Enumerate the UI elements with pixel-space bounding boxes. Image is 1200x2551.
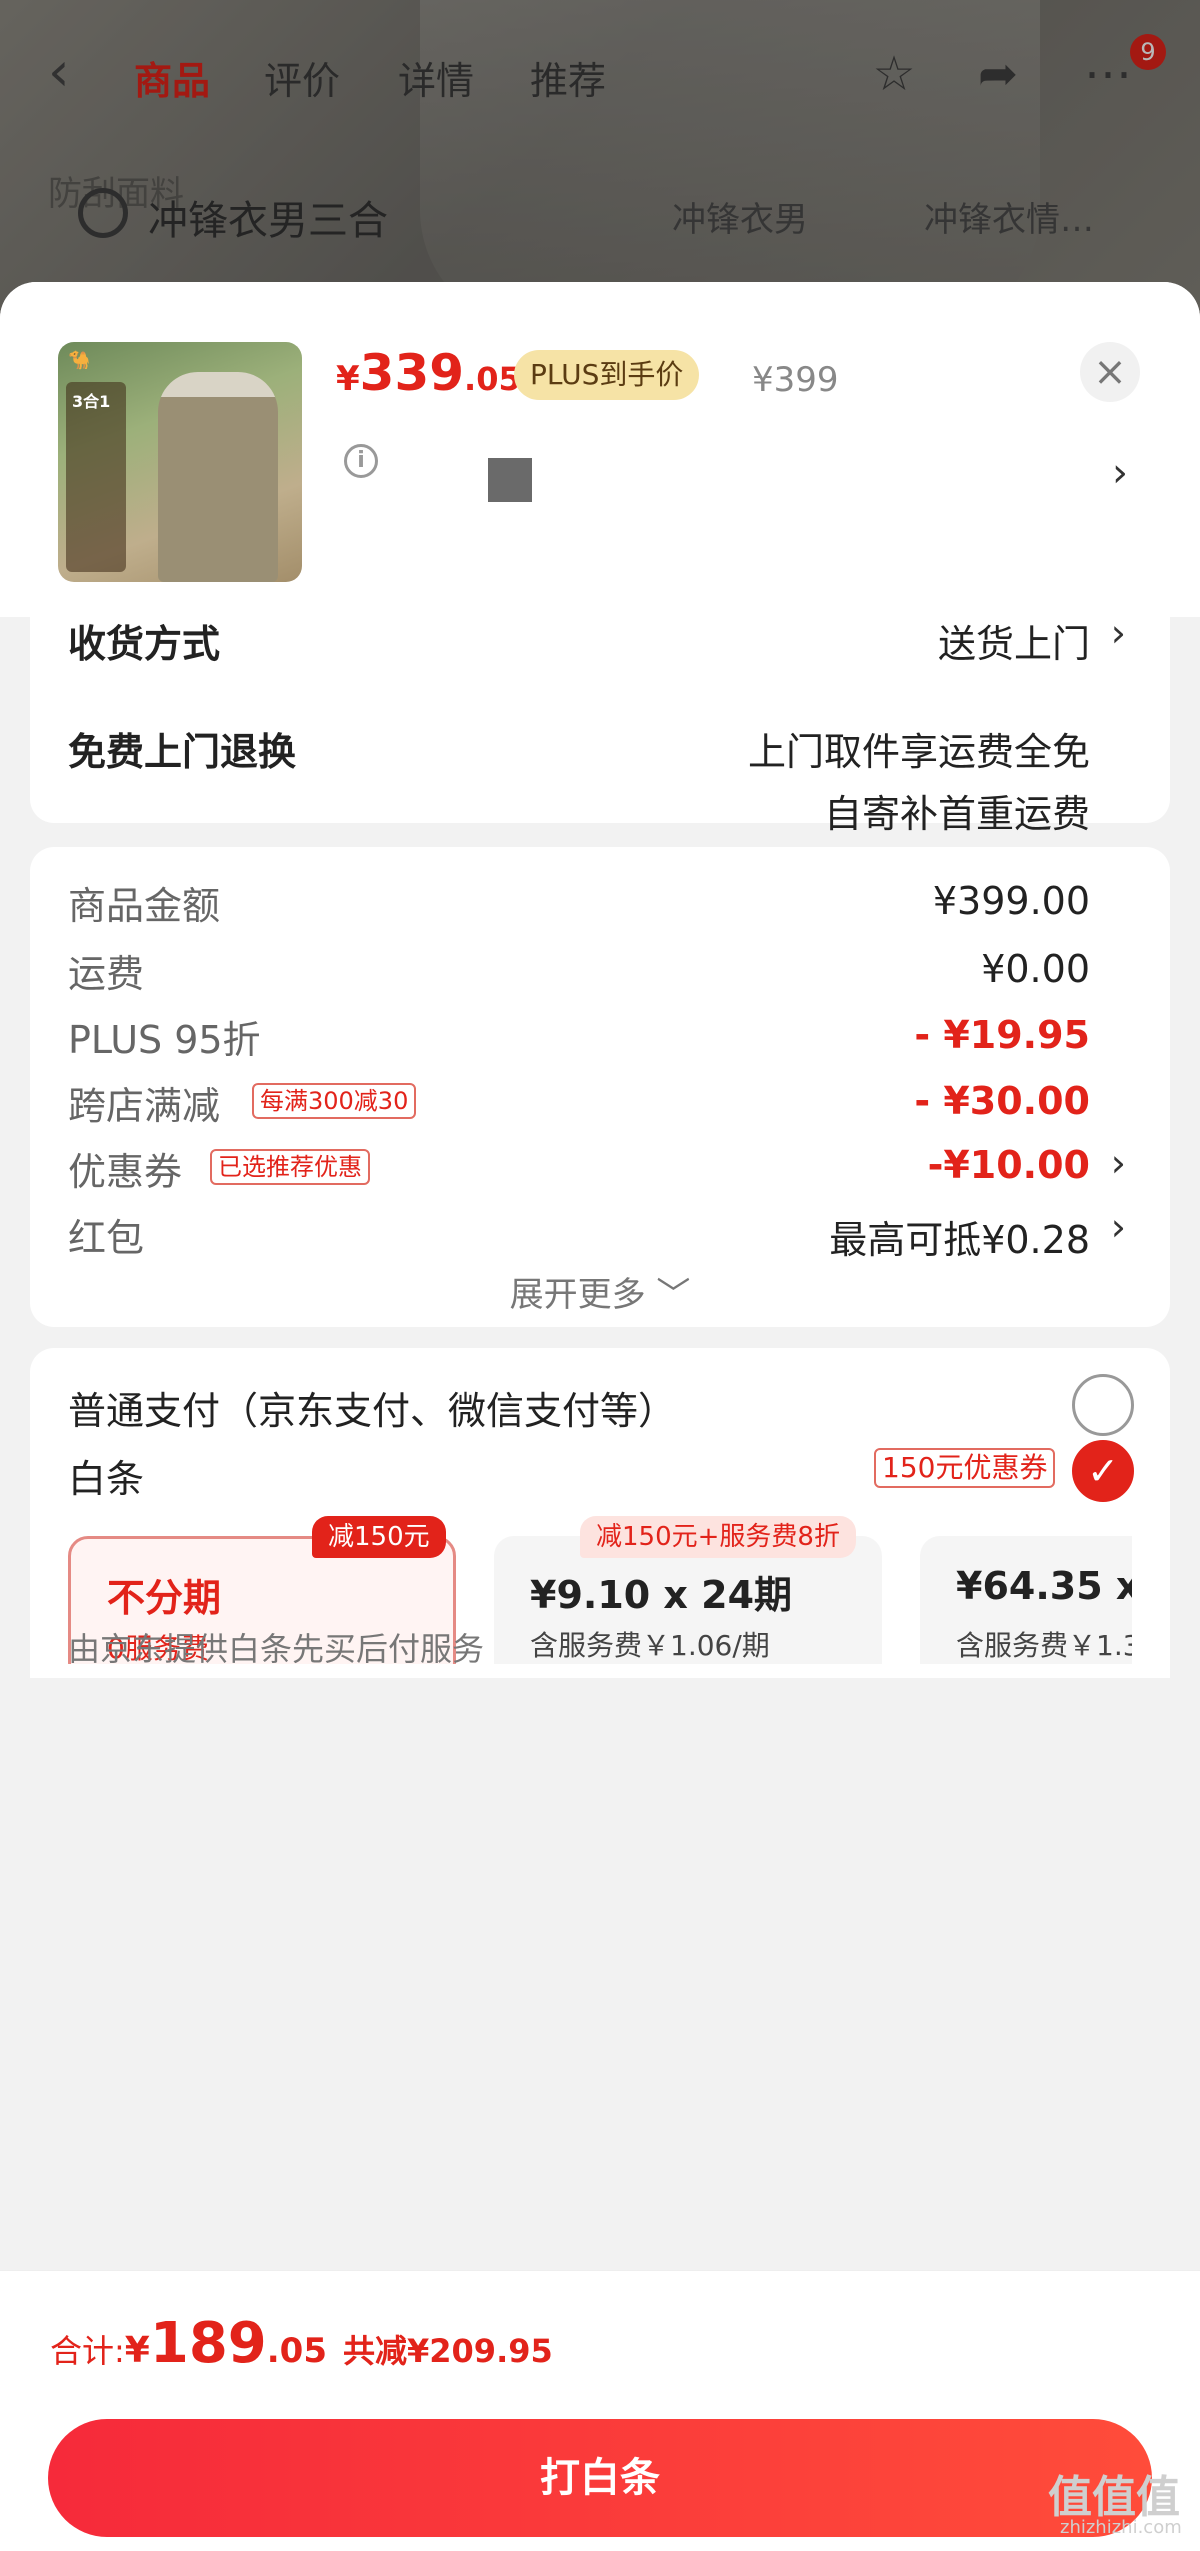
normal-payment-radio[interactable] bbox=[1072, 1374, 1134, 1436]
summary-label: 商品金额 bbox=[68, 884, 221, 928]
chevron-down-icon: ﹀ bbox=[656, 1275, 691, 1315]
summary-label: PLUS 95折 bbox=[68, 1018, 261, 1062]
coupon-tag: 150元优惠券 bbox=[874, 1448, 1056, 1488]
free-return-line1: 上门取件享运费全免 bbox=[747, 730, 1090, 774]
provider-note: 由京东提供白条先买后付服务 bbox=[68, 1630, 485, 1668]
summary-value: ¥0.00 bbox=[981, 947, 1090, 991]
plan-sub: 含服务费￥1.3 bbox=[956, 1629, 1132, 1662]
chevron-right-icon[interactable]: › bbox=[1112, 450, 1128, 496]
plan-main: ¥64.35 x bbox=[956, 1564, 1132, 1608]
plan-main: 不分期 bbox=[107, 1576, 222, 1620]
summary-label: 跨店满减 bbox=[68, 1084, 221, 1128]
redacted-spec bbox=[488, 458, 532, 502]
summary-value[interactable]: 最高可抵¥0.28 bbox=[829, 1209, 1090, 1264]
order-total: 合计: ¥ 189 .05 共减¥209.95 bbox=[50, 2311, 553, 2376]
summary-label: 运费 bbox=[68, 952, 145, 996]
product-thumbnail: 🐪 3合1 bbox=[58, 342, 302, 582]
thumb-model bbox=[158, 372, 278, 582]
close-icon[interactable]: × bbox=[1080, 342, 1140, 402]
price-decimal: .05 bbox=[464, 360, 521, 398]
checkout-footer: 合计: ¥ 189 .05 共减¥209.95 打白条 值值值 zhizhizh… bbox=[0, 2270, 1200, 2551]
total-saved: 共减¥209.95 bbox=[343, 2332, 553, 2370]
expand-more-button[interactable]: 展开更多 ﹀ bbox=[30, 1267, 1170, 1316]
plan-main: ¥9.10 x 24期 bbox=[530, 1573, 793, 1617]
thumb-badge: 3合1 bbox=[72, 392, 111, 411]
watermark-url: zhizhizhi.com bbox=[1060, 2517, 1182, 2538]
total-integer: 189 bbox=[149, 2311, 267, 2376]
chevron-right-icon[interactable]: › bbox=[1111, 611, 1126, 655]
pay-baitiao-button[interactable]: 打白条 bbox=[48, 2419, 1152, 2537]
delivery-method-label: 收货方式 bbox=[68, 622, 221, 666]
delivery-method-value[interactable]: 送货上门 bbox=[938, 613, 1090, 668]
total-decimal: .05 bbox=[266, 2331, 327, 2371]
check-icon[interactable]: ✓ bbox=[1072, 1440, 1134, 1502]
plan-option[interactable]: ¥64.35 x 含服务费￥1.3 bbox=[920, 1536, 1132, 1664]
promo-tag: 每满300减30 bbox=[252, 1083, 417, 1119]
total-symbol: ¥ bbox=[124, 2330, 150, 2371]
plan-badge: 减150元+服务费8折 bbox=[580, 1516, 856, 1558]
current-price: ¥ 339 .05 bbox=[336, 344, 521, 404]
summary-value: - ¥19.95 bbox=[914, 1013, 1090, 1057]
plan-badge: 减150元 bbox=[312, 1516, 446, 1558]
promo-tag: 已选推荐优惠 bbox=[210, 1149, 370, 1185]
total-label: 合计: bbox=[50, 2332, 125, 2370]
chevron-right-icon[interactable]: › bbox=[1111, 1141, 1126, 1185]
expand-more-label: 展开更多 bbox=[509, 1275, 646, 1315]
brand-logo-icon: 🐪 bbox=[68, 350, 91, 371]
price-symbol: ¥ bbox=[336, 359, 360, 399]
summary-label[interactable]: 红包 bbox=[68, 1207, 144, 1262]
product-summary-header: 🐪 3合1 ¥ 339 .05 PLUS到手价 ¥399 × › bbox=[0, 282, 1200, 617]
summary-value: - ¥30.00 bbox=[914, 1079, 1090, 1123]
original-price: ¥399 bbox=[752, 360, 839, 400]
plus-price-badge: PLUS到手价 bbox=[514, 350, 700, 400]
summary-value: ¥399.00 bbox=[932, 879, 1090, 923]
summary-value[interactable]: -¥10.00 bbox=[928, 1143, 1090, 1187]
price-integer: 339 bbox=[359, 344, 465, 402]
info-icon[interactable]: i bbox=[344, 444, 378, 478]
checkout-sheet: 🐪 3合1 ¥ 339 .05 PLUS到手价 ¥399 × › 收货方式 送货… bbox=[0, 282, 1200, 2551]
plan-sub: 含服务费￥1.06/期 bbox=[530, 1629, 770, 1662]
normal-payment-label[interactable]: 普通支付（京东支付、微信支付等） bbox=[68, 1380, 676, 1435]
free-return-line2: 自寄补首重运费 bbox=[823, 792, 1090, 836]
dim-overlay[interactable] bbox=[0, 0, 1200, 330]
delivery-card: 收货方式 送货上门 › 免费上门退换 上门取件享运费全免 自寄补首重运费 bbox=[30, 611, 1170, 836]
chevron-right-icon[interactable]: › bbox=[1111, 1205, 1126, 1249]
free-return-label: 免费上门退换 bbox=[68, 730, 297, 774]
baitiao-label[interactable]: 白条 bbox=[68, 1448, 144, 1503]
watermark-logo: 值值值 bbox=[1048, 2472, 1180, 2523]
price-summary-card: 商品金额 ¥399.00 运费 ¥0.00 PLUS 95折 - ¥19.95 … bbox=[30, 847, 1170, 1327]
summary-label[interactable]: 优惠券 bbox=[68, 1141, 182, 1196]
